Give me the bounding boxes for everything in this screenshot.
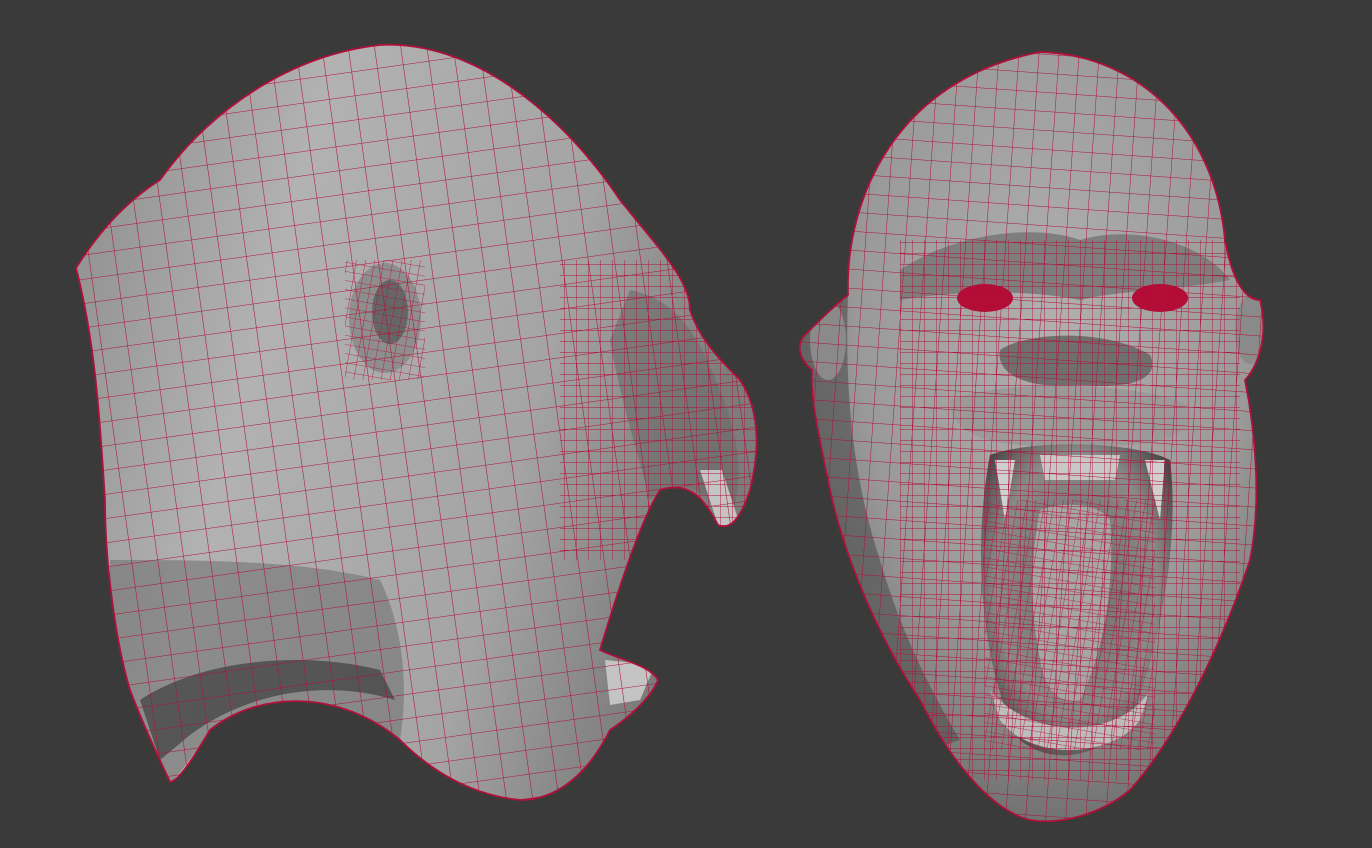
gorilla-head-front-view[interactable] <box>790 40 1280 840</box>
3d-viewport[interactable] <box>0 0 1372 848</box>
render-canvas[interactable] <box>0 0 1372 848</box>
gorilla-head-side-view[interactable] <box>60 30 780 810</box>
side-wireframe-fine <box>560 260 757 560</box>
front-wireframe-mouth <box>985 500 1155 750</box>
side-wireframe-ear <box>345 260 425 380</box>
